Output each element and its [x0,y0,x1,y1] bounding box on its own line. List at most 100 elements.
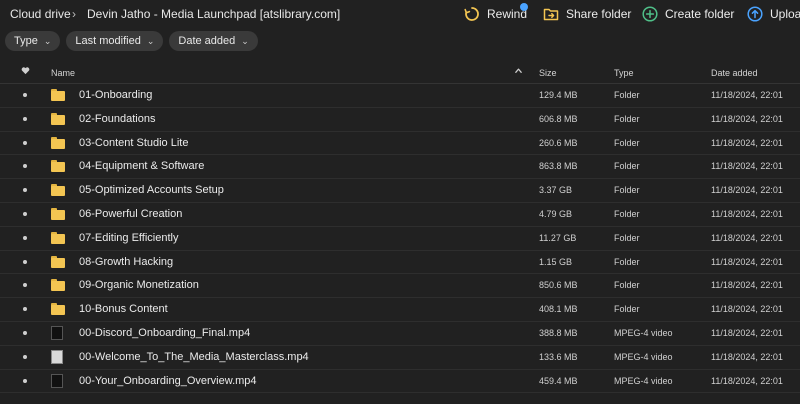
table-row[interactable]: 02-Foundations 606.8 MB Folder 11/18/2024, … [0,108,800,132]
row-name: 09-Organic Monetization [79,279,199,292]
file-list: 01-Onboarding 129.4 MB Folder 11/18/2024, 2… [0,84,800,394]
row-bullet [23,93,27,97]
chevron-down-icon: ⌄ [241,35,249,46]
rewind-icon [464,6,480,22]
filter-last-modified-label: Last modified [75,35,141,47]
row-type: Folder [614,280,640,291]
breadcrumb-root[interactable]: Cloud drive [10,7,71,21]
filter-type[interactable]: Type ⌄ [5,31,61,51]
create-folder-label: Create folder [665,7,735,21]
row-bullet [23,354,27,359]
row-date-added: 11/18/2024, 22:01 [711,161,783,172]
table-row[interactable]: 06-Powerful Creation 4.79 GB Folder 11/18/2… [0,203,800,227]
video-thumbnail-icon [51,349,65,364]
table-row[interactable]: 00-Your_Onboarding_Overview.mp4 459.4 MB M… [0,370,800,394]
row-date-added: 11/18/2024, 22:01 [711,137,783,148]
row-size: 863.8 MB [539,161,578,172]
row-bullet [23,378,27,383]
table-row[interactable]: 00-Welcome_To_The_Media_Masterclass.mp4 1… [0,346,800,370]
row-size: 1.15 GB [539,256,573,267]
chevron-down-icon: ⌄ [43,35,52,46]
row-date-added: 11/18/2024, 22:01 [711,327,783,338]
share-folder-button[interactable]: Share folder [543,5,631,23]
row-date-added: 11/18/2024, 22:01 [711,351,783,362]
row-type: MPEG-4 video [614,351,673,362]
table-row[interactable]: 05-Optimized Accounts Setup 3.37 GB Folder… [0,179,800,203]
upload-button[interactable]: Upload [747,5,800,23]
row-name: 00-Discord_Onboarding_Final.mp4 [79,326,251,339]
row-size: 408.1 MB [539,304,578,315]
table-row[interactable]: 04-Equipment & Software 863.8 MB Folder 11/… [0,155,800,180]
row-type: Folder [614,232,640,243]
upload-icon [747,6,763,22]
row-type: Folder [614,185,640,196]
plus-circle-icon [642,6,658,22]
column-header-date-added[interactable]: Date added [711,68,758,78]
table-row[interactable]: 01-Onboarding 129.4 MB Folder 11/18/2024, 2… [0,84,800,108]
folder-icon [51,112,65,125]
row-size: 459.4 MB [539,375,578,386]
breadcrumb-separator: › [72,7,76,21]
row-name: 00-Your_Onboarding_Overview.mp4 [79,374,257,387]
row-bullet [23,211,27,216]
row-name: 08-Growth Hacking [79,255,174,268]
row-bullet [23,235,27,240]
row-name: 03-Content Studio Lite [79,136,189,149]
row-bullet [23,330,27,335]
table-row[interactable]: 03-Content Studio Lite 260.6 MB Folder 11/1… [0,132,800,156]
table-row[interactable]: 10-Bonus Content 408.1 MB Folder 11/18/2024… [0,298,800,322]
row-bullet [23,116,27,121]
filter-last-modified[interactable]: Last modified ⌄ [66,31,164,51]
folder-icon [51,279,65,292]
row-date-added: 11/18/2024, 22:01 [711,304,783,315]
row-name: 01-Onboarding [79,89,153,101]
folder-icon [51,207,65,220]
column-header-type[interactable]: Type [614,68,634,78]
row-name: 10-Bonus Content [79,303,168,316]
row-type: Folder [614,304,640,315]
sort-ascending-icon[interactable] [514,66,523,77]
create-folder-button[interactable]: Create folder [642,5,734,23]
heart-icon[interactable] [21,66,30,77]
filter-date-added[interactable]: Date added ⌄ [169,31,258,51]
table-row[interactable]: 07-Editing Efficiently 11.27 GB Folder 11/1… [0,227,800,251]
folder-icon [51,184,65,197]
row-date-added: 11/18/2024, 22:01 [711,232,783,243]
row-date-added: 11/18/2024, 22:01 [711,375,783,386]
row-size: 388.8 MB [539,327,578,338]
chevron-down-icon: ⌄ [146,35,155,46]
row-name: 02-Foundations [79,112,156,125]
row-date-added: 11/18/2024, 22:01 [711,208,783,219]
column-header-size[interactable]: Size [539,68,557,78]
row-bullet [23,164,27,169]
folder-icon [51,89,65,101]
breadcrumb-current: Devin Jatho - Media Launchpad [atslibrar… [87,7,341,21]
row-type: Folder [614,208,640,219]
row-type: Folder [614,256,640,267]
row-type: Folder [614,137,640,148]
row-name: 04-Equipment & Software [79,160,205,173]
row-type: Folder [614,90,640,100]
filter-date-added-label: Date added [178,35,236,47]
row-name: 06-Powerful Creation [79,207,183,220]
row-size: 129.4 MB [539,90,578,100]
rewind-button[interactable]: Rewind [464,5,527,23]
row-size: 3.37 GB [539,185,573,196]
row-type: MPEG-4 video [614,375,673,386]
share-folder-icon [543,6,559,22]
row-size: 850.6 MB [539,280,578,291]
row-name: 05-Optimized Accounts Setup [79,184,224,197]
table-row[interactable]: 00-Discord_Onboarding_Final.mp4 388.8 MB M… [0,322,800,346]
filter-bar: Type ⌄ Last modified ⌄ Date added ⌄ [5,31,264,51]
row-type: MPEG-4 video [614,327,673,338]
row-bullet [23,140,27,145]
table-row[interactable]: 08-Growth Hacking 1.15 GB Folder 11/18/2024… [0,251,800,275]
column-header-name[interactable]: Name [51,68,75,78]
row-bullet [23,259,27,264]
row-size: 260.6 MB [539,137,578,148]
row-bullet [23,307,27,312]
table-row[interactable]: 09-Organic Monetization 850.6 MB Folder 11/… [0,274,800,299]
upload-label: Upload [770,7,800,21]
row-date-added: 11/18/2024, 22:01 [711,90,783,100]
row-size: 606.8 MB [539,113,578,124]
